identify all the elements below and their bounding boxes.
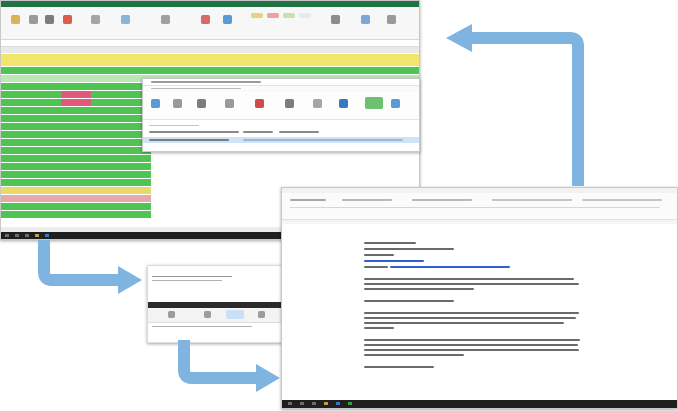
flag-icon bbox=[255, 99, 264, 108]
email-dialog-screenshot bbox=[142, 78, 420, 152]
forward-icon bbox=[173, 99, 182, 108]
highlight-cell bbox=[61, 99, 91, 106]
font-icon bbox=[29, 15, 38, 24]
find-icon bbox=[387, 15, 396, 24]
arrowhead-icon bbox=[118, 266, 142, 294]
table-row bbox=[1, 155, 151, 162]
align-icon bbox=[91, 15, 100, 24]
button-row bbox=[148, 308, 282, 323]
move-icon bbox=[225, 99, 234, 108]
delete-icon bbox=[197, 99, 206, 108]
table-row bbox=[1, 131, 151, 138]
cell-styles-icon bbox=[251, 13, 263, 18]
doc-ruler bbox=[282, 220, 677, 224]
table-format-icon bbox=[223, 15, 232, 24]
table-row bbox=[1, 67, 419, 74]
zoom-icon bbox=[391, 99, 400, 108]
number-format-icon bbox=[161, 15, 170, 24]
reply-icon bbox=[151, 99, 160, 108]
doc-ribbon bbox=[282, 193, 677, 220]
mark-icon bbox=[365, 97, 383, 109]
ribbon-toolbar bbox=[1, 7, 419, 40]
formula-bar bbox=[1, 40, 419, 47]
file-icon bbox=[168, 311, 175, 318]
calendar-icon bbox=[339, 99, 348, 108]
table-row bbox=[1, 107, 151, 114]
arrow-document-to-spreadsheet-icon bbox=[470, 32, 584, 186]
table-row bbox=[1, 123, 151, 130]
arrowhead-icon bbox=[446, 24, 472, 52]
table-row bbox=[1, 171, 151, 178]
arrow-dialog-to-document-icon bbox=[178, 340, 258, 384]
insert-icon bbox=[331, 15, 340, 24]
settings-icon bbox=[258, 311, 265, 318]
dialog-menu bbox=[143, 86, 419, 92]
arrow-spreadsheet-to-dialog-icon bbox=[38, 240, 120, 286]
highlight-cell bbox=[61, 91, 91, 98]
sort-icon bbox=[361, 15, 370, 24]
table-row bbox=[1, 211, 151, 218]
table-row bbox=[1, 163, 151, 170]
table-row bbox=[1, 187, 151, 194]
dialog-toolbar bbox=[143, 93, 419, 120]
document-screenshot bbox=[281, 187, 678, 409]
taskbar bbox=[282, 400, 677, 408]
table-row bbox=[1, 179, 151, 186]
fill-color-icon bbox=[63, 15, 72, 24]
attach-icon bbox=[204, 311, 211, 318]
document-body bbox=[282, 226, 677, 396]
conditional-format-icon bbox=[201, 15, 210, 24]
small-window-screenshot bbox=[147, 265, 283, 343]
send-icon bbox=[226, 310, 244, 319]
clipboard-icon bbox=[11, 15, 20, 24]
table-row bbox=[1, 147, 151, 154]
table-row bbox=[1, 195, 151, 202]
assign-icon bbox=[313, 99, 322, 108]
arrowhead-icon bbox=[256, 364, 280, 392]
table-row bbox=[1, 115, 151, 122]
wrap-icon bbox=[121, 15, 130, 24]
bold-icon bbox=[45, 15, 54, 24]
cell-styles-2-icon bbox=[267, 13, 279, 18]
cell-styles-3-icon bbox=[283, 13, 295, 18]
cell-styles-4-icon bbox=[299, 13, 311, 18]
column-headers bbox=[1, 47, 419, 53]
email-list bbox=[143, 121, 419, 149]
header-row bbox=[1, 54, 419, 66]
tag-icon bbox=[285, 99, 294, 108]
table-row bbox=[1, 139, 151, 146]
table-row bbox=[1, 203, 151, 210]
link-text bbox=[364, 260, 424, 262]
link-text bbox=[390, 266, 510, 268]
